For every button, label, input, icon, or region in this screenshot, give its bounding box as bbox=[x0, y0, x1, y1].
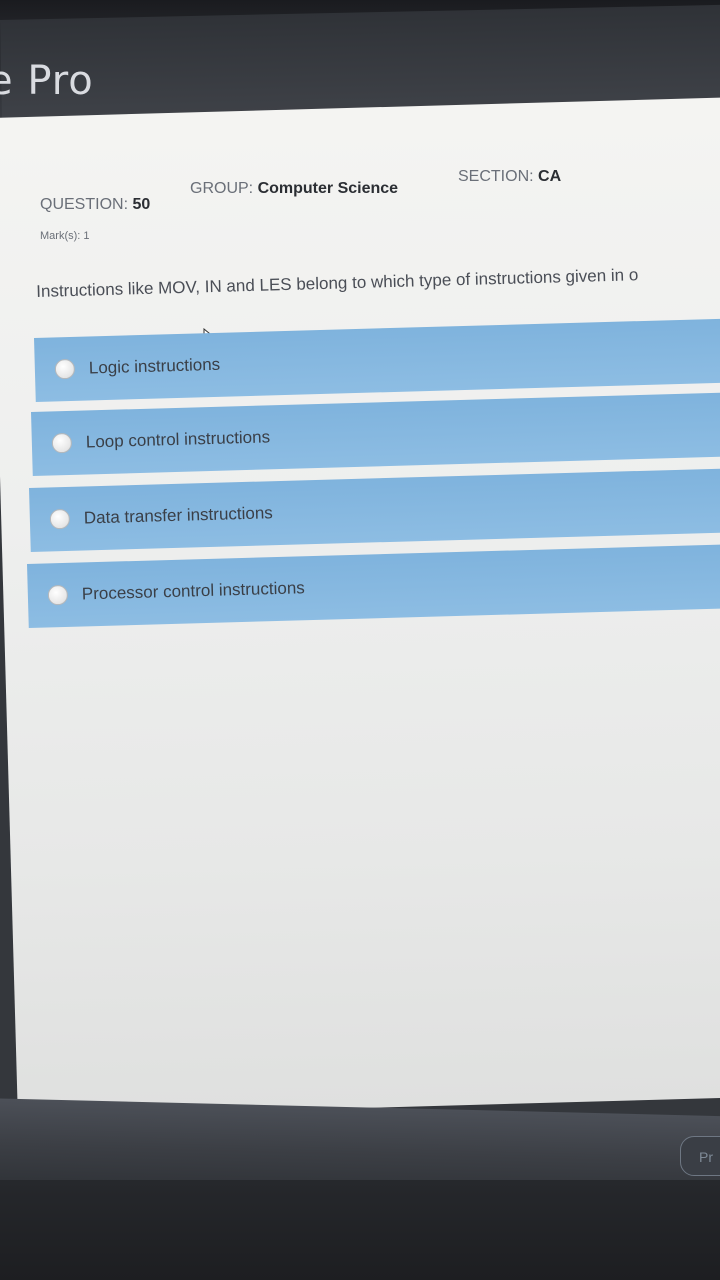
radio-button[interactable] bbox=[54, 358, 76, 380]
question-number-value: 50 bbox=[132, 196, 151, 213]
radio-button[interactable] bbox=[49, 508, 71, 530]
radio-button[interactable] bbox=[51, 432, 73, 454]
marks-value: 1 bbox=[83, 230, 90, 242]
screen-bezel bbox=[0, 1180, 720, 1280]
option-label: Loop control instructions bbox=[85, 427, 271, 452]
next-button[interactable]: Pr bbox=[680, 1136, 720, 1176]
marks-info: Mark(s): 1 bbox=[40, 230, 90, 242]
section-label: SECTION: bbox=[458, 168, 534, 185]
radio-button[interactable] bbox=[47, 584, 69, 606]
group-value: Computer Science bbox=[257, 180, 399, 197]
question-label: QUESTION: bbox=[40, 196, 129, 213]
section-info: SECTION: CA bbox=[458, 168, 561, 186]
group-label: GROUP: bbox=[190, 180, 254, 197]
option-label: Processor control instructions bbox=[81, 578, 306, 604]
screen: e Pro QUESTION: 50 GROUP: Computer Scien… bbox=[0, 0, 720, 1280]
option-label: Data transfer instructions bbox=[83, 503, 274, 528]
group-info: GROUP: Computer Science bbox=[190, 180, 398, 198]
app-title: e Pro bbox=[0, 58, 94, 104]
marks-label: Mark(s): bbox=[40, 230, 81, 242]
section-value: CA bbox=[538, 168, 562, 185]
option-label: Logic instructions bbox=[88, 354, 221, 378]
question-number: QUESTION: 50 bbox=[40, 196, 150, 214]
